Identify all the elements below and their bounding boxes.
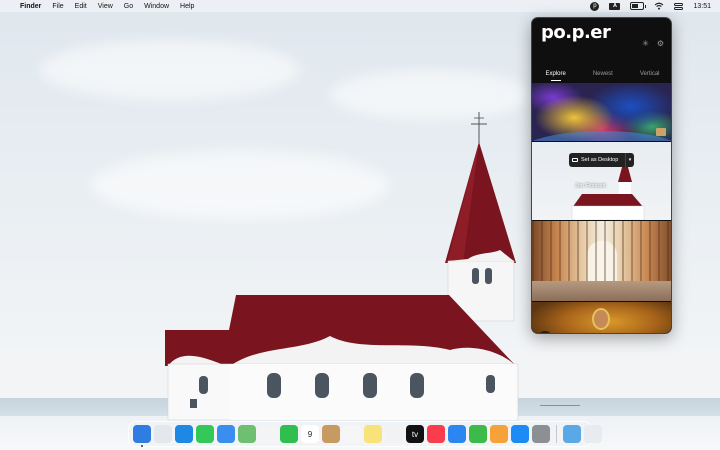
dock-separator — [556, 425, 557, 443]
dock-music-icon[interactable] — [427, 425, 445, 443]
tab-vertical[interactable]: Vertical — [640, 71, 660, 80]
dock-messages-icon[interactable] — [196, 425, 214, 443]
dock-keynote-icon[interactable] — [448, 425, 466, 443]
set-as-desktop-button[interactable]: Set as Desktop ▾ — [569, 153, 634, 167]
dock-notes-icon[interactable] — [364, 425, 382, 443]
input-source-icon[interactable]: A — [609, 2, 621, 10]
battery-icon[interactable] — [630, 2, 647, 10]
dock-system-settings-icon[interactable] — [532, 425, 550, 443]
popper-panel: po.p.er ✳ ⚙ Explore Newest Vertical ▶ — [531, 17, 672, 334]
dock-tv-glyph: tv — [411, 429, 419, 439]
menu-edit[interactable]: Edit — [75, 3, 87, 10]
popper-tabs: Explore Newest Vertical — [532, 71, 671, 81]
dock-downloads-folder-icon[interactable] — [563, 425, 581, 443]
dock-calendar-glyph: 9 — [307, 429, 313, 439]
dock: 9 tv — [128, 421, 602, 447]
menu-go[interactable]: Go — [124, 3, 133, 10]
menu-app-name[interactable]: Finder — [20, 3, 41, 10]
dock-tv-icon[interactable]: tv — [406, 425, 424, 443]
dock-reminders-icon[interactable] — [343, 425, 361, 443]
chevron-down-icon[interactable]: ▾ — [625, 153, 634, 167]
set-as-desktop-label: Set as Desktop — [581, 157, 619, 163]
menu-file[interactable]: File — [52, 3, 63, 10]
menu-help[interactable]: Help — [180, 3, 194, 10]
dock-maps-icon[interactable] — [238, 425, 256, 443]
popper-status-icon[interactable]: p — [590, 1, 600, 11]
tab-newest[interactable]: Newest — [593, 71, 613, 80]
monitor-icon — [572, 158, 578, 162]
dock-pages-icon[interactable] — [490, 425, 508, 443]
dock-calendar-icon[interactable]: 9 — [301, 425, 319, 443]
dock-facetime-icon[interactable] — [280, 425, 298, 443]
menu-clock[interactable]: 13:51 — [693, 3, 711, 10]
running-indicator — [141, 445, 143, 447]
dock-mail-icon[interactable] — [217, 425, 235, 443]
wallpaper-thumbnail-bubble[interactable] — [532, 83, 671, 141]
wifi-icon[interactable] — [654, 2, 664, 10]
dock-freeform-icon[interactable] — [385, 425, 403, 443]
menu-view[interactable]: View — [98, 3, 113, 10]
dock-launchpad-icon[interactable] — [154, 425, 172, 443]
menu-bar: Finder File Edit View Go Window Help p A… — [0, 0, 720, 12]
dock-trash-icon[interactable] — [584, 425, 602, 443]
wallpaper-thumbnail-mosaic[interactable] — [532, 302, 671, 333]
brightness-icon[interactable]: ✳ — [642, 39, 649, 48]
dock-contacts-icon[interactable] — [322, 425, 340, 443]
dock-app-store-icon[interactable] — [511, 425, 529, 443]
wallpaper-thumbnail-arcade[interactable] — [532, 221, 671, 301]
photo-credit[interactable]: Jon Flobrant — [575, 183, 606, 189]
tab-explore[interactable]: Explore — [545, 71, 566, 81]
popper-logo: po.p.er — [541, 22, 611, 43]
dock-photos-icon[interactable] — [259, 425, 277, 443]
dock-finder-icon[interactable] — [133, 425, 151, 447]
premium-badge-icon — [656, 128, 666, 136]
control-center-icon[interactable] — [674, 2, 684, 10]
dock-numbers-icon[interactable] — [469, 425, 487, 443]
dock-safari-icon[interactable] — [175, 425, 193, 443]
settings-gear-icon[interactable]: ⚙ — [657, 39, 664, 48]
menu-window[interactable]: Window — [144, 3, 169, 10]
